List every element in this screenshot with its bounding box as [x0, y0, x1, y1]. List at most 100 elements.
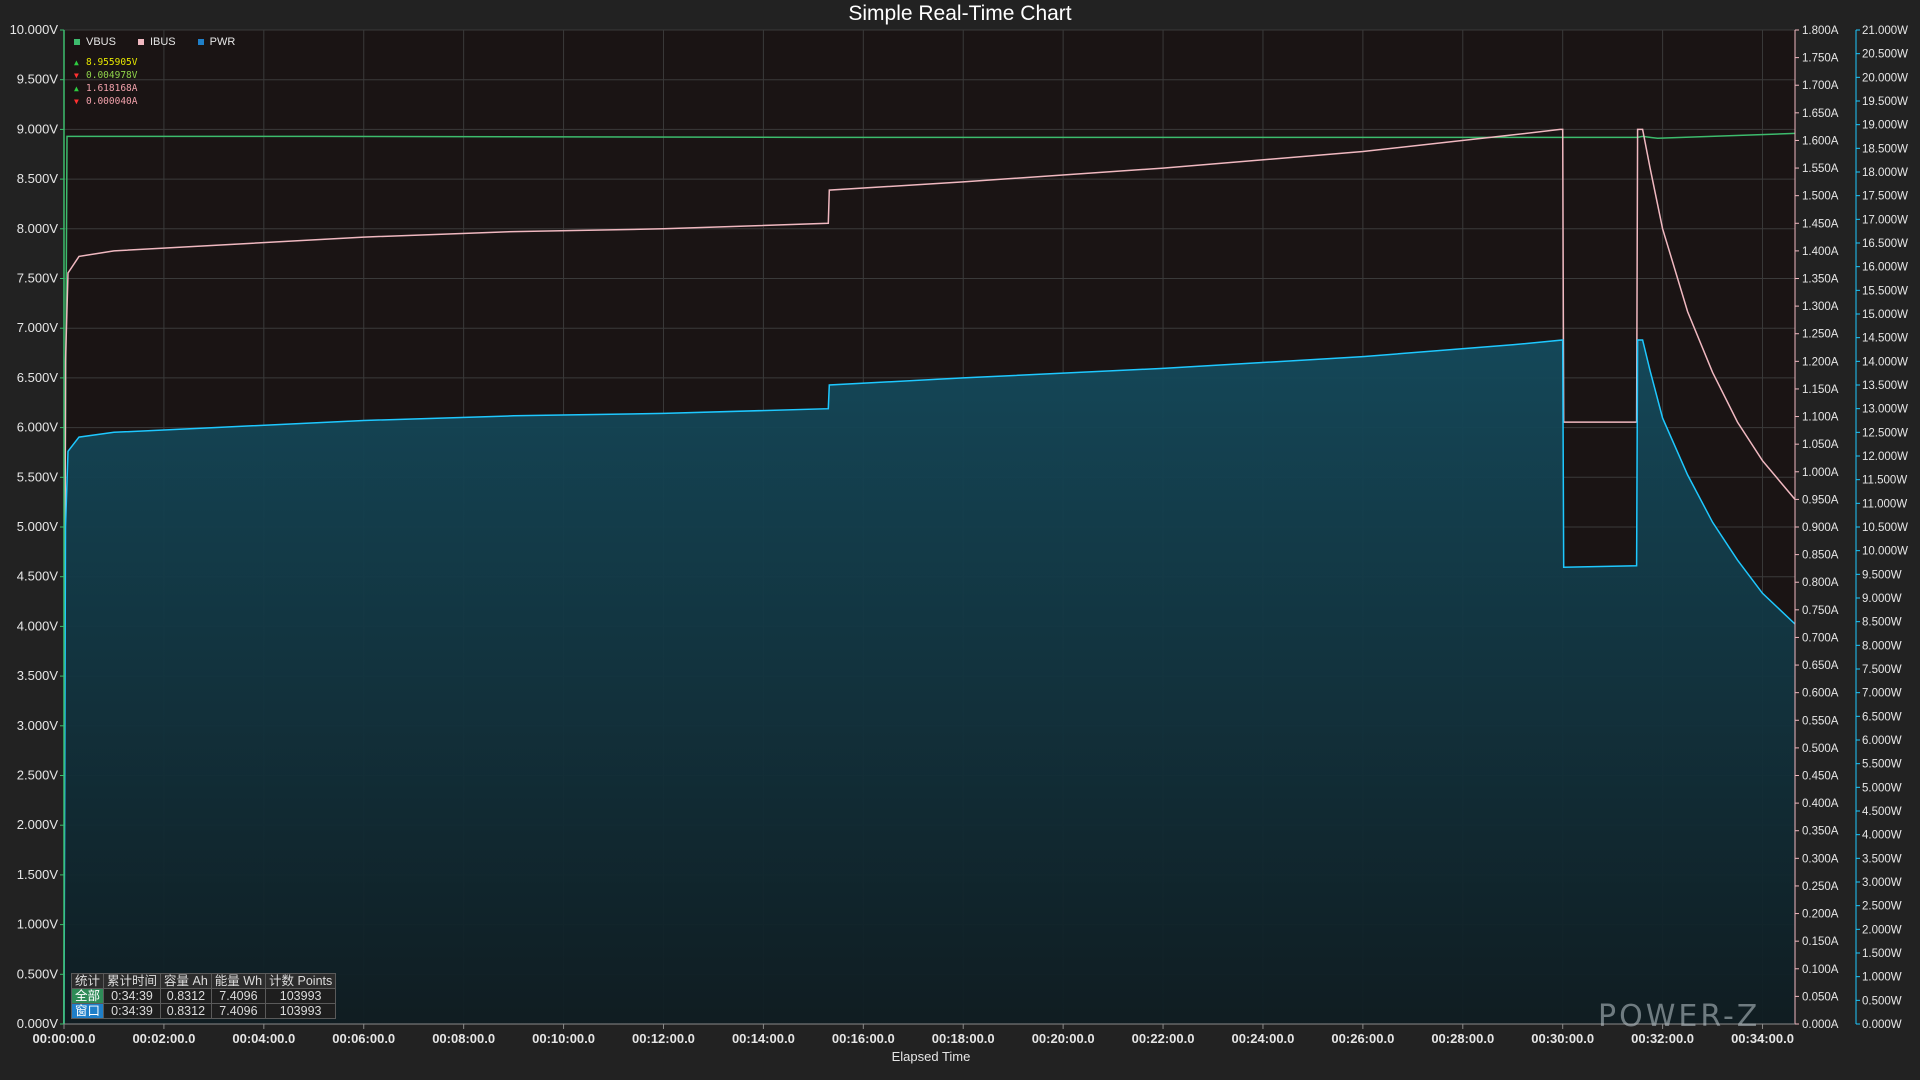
x-tick-label: 00:26:00.0 [1331, 1031, 1394, 1046]
stats-cell-ah: 0.8312 [160, 1003, 212, 1019]
y-left-tick-label: 1.000V [17, 917, 59, 932]
readout-value: 0.004978V [86, 70, 138, 81]
y-right1-tick-label: 0.400A [1802, 798, 1839, 810]
legend-item-pwr[interactable]: PWR [197, 36, 235, 48]
y-right2-tick-label: 7.000W [1862, 688, 1902, 700]
x-tick-label: 00:08:00.0 [432, 1031, 495, 1046]
up-arrow-icon: ▲ [74, 84, 79, 93]
y-right1-tick-label: 1.550A [1802, 163, 1839, 175]
y-right2-tick-label: 5.000W [1862, 782, 1902, 794]
y-left-tick-label: 1.500V [17, 867, 59, 882]
y-right2-tick-label: 6.500W [1862, 711, 1902, 723]
y-right1-tick-label: 0.500A [1802, 743, 1839, 755]
y-right1-tick-label: 1.500A [1802, 191, 1839, 203]
y-right2-tick-label: 0.000W [1862, 1019, 1902, 1031]
down-arrow-icon: ▼ [74, 71, 79, 80]
y-right2-tick-label: 14.500W [1862, 333, 1908, 345]
power-z-logo: POWER-Z [1598, 999, 1761, 1034]
y-left-tick-label: 2.000V [17, 817, 59, 832]
y-right2-tick-label: 17.000W [1862, 214, 1908, 226]
y-right1-tick-label: 1.050A [1802, 439, 1839, 451]
down-arrow-icon: ▼ [74, 97, 79, 106]
y-right1-tick-label: 1.300A [1802, 301, 1839, 313]
legend-item-vbus[interactable]: VBUS [74, 36, 116, 48]
x-tick-label: 00:18:00.0 [932, 1031, 995, 1046]
y-right2-tick-label: 0.500W [1862, 995, 1902, 1007]
y-left-tick-label: 9.000V [17, 121, 59, 136]
x-tick-label: 00:30:00.0 [1531, 1031, 1594, 1046]
legend: VBUS IBUS PWR [74, 36, 235, 48]
y-right2-tick-label: 3.500W [1862, 853, 1902, 865]
stats-header: 统计 [70, 973, 105, 989]
stats-header: 能量 Wh [210, 973, 267, 989]
y-right1-tick-label: 1.650A [1802, 108, 1839, 120]
y-right1-tick-label: 0.350A [1802, 826, 1839, 838]
y-right1-tick-label: 0.250A [1802, 881, 1839, 893]
y-right1-tick-label: 1.150A [1802, 384, 1839, 396]
y-left-tick-label: 0.500V [17, 966, 59, 981]
y-right1-tick-label: 1.600A [1802, 135, 1839, 147]
stats-header: 容量 Ah [160, 973, 212, 989]
y-right1-tick-label: 0.600A [1802, 688, 1839, 700]
y-right1-tick-label: 0.850A [1802, 550, 1839, 562]
y-left-tick-label: 4.500V [17, 569, 59, 584]
y-right2-tick-label: 4.000W [1862, 830, 1902, 842]
y-left-tick-label: 3.500V [17, 668, 59, 683]
y-right2-tick-label: 21.000W [1862, 25, 1908, 37]
stats-cell-ah: 0.8312 [160, 988, 212, 1004]
y-right2-tick-label: 10.500W [1862, 522, 1908, 534]
y-right2-tick-label: 2.500W [1862, 901, 1902, 913]
stats-table: 统计 累计时间 容量 Ah 能量 Wh 计数 Points 全部 0:34:39… [70, 973, 337, 1019]
stats-row-label: 窗口 [70, 1003, 105, 1019]
y-right1-tick-label: 0.650A [1802, 660, 1839, 672]
y-left-tick-label: 5.000V [17, 519, 59, 534]
y-right2-tick-label: 15.500W [1862, 285, 1908, 297]
y-right1-tick-label: 0.800A [1802, 577, 1839, 589]
y-left-tick-label: 6.000V [17, 420, 59, 435]
readout-ibus-max: ▲ 1.618168A [74, 82, 137, 95]
y-right1-tick-label: 1.100A [1802, 412, 1839, 424]
y-right1-tick-label: 1.200A [1802, 356, 1839, 368]
x-tick-label: 00:28:00.0 [1431, 1031, 1494, 1046]
chart-canvas: 0.000V 0.500V 1.000V 1.500V 2.000V 2.500V 3.00… [10, 22, 1909, 1046]
y-right1-tick-label: 0.950A [1802, 494, 1839, 506]
y-right1-tick-label: 0.700A [1802, 632, 1839, 644]
series-area-pwr [64, 340, 1795, 1024]
y-right1-tick-label: 1.350A [1802, 274, 1839, 286]
x-axis-label: Elapsed Time [891, 1049, 971, 1064]
x-tick-label: 00:22:00.0 [1132, 1031, 1195, 1046]
y-right2-tick-label: 8.500W [1862, 617, 1902, 629]
y-left-tick-label: 2.500V [17, 768, 59, 783]
y-right2-tick-label: 11.500W [1862, 475, 1907, 487]
x-tick-label: 00:00:00.0 [33, 1031, 96, 1046]
y-right2-tick-label: 12.000W [1862, 451, 1908, 463]
y-left-tick-label: 9.500V [17, 72, 59, 87]
y-right2-tick-label: 7.500W [1862, 664, 1902, 676]
y-left-tick-label: 6.500V [17, 370, 59, 385]
stats-row-label: 全部 [70, 988, 105, 1004]
y-left-tick-label: 7.000V [17, 320, 59, 335]
y-right1-tick-label: 0.750A [1802, 605, 1839, 617]
y-right2-tick-label: 5.500W [1862, 759, 1902, 771]
y-right2-tick-label: 19.000W [1862, 120, 1908, 132]
chart-title: Simple Real-Time Chart [848, 2, 1072, 25]
y-right2-tick-label: 13.000W [1862, 404, 1908, 416]
stats-cell-time: 0:34:39 [103, 988, 162, 1004]
readout-value: 1.618168A [86, 83, 138, 94]
y-right1-tick-label: 1.800A [1802, 25, 1839, 37]
x-tick-label: 00:16:00.0 [832, 1031, 895, 1046]
y-left-tick-label: 3.000V [17, 718, 59, 733]
y-right2-tick-label: 9.000W [1862, 593, 1902, 605]
y-right1-tick-label: 1.750A [1802, 53, 1839, 65]
stats-row-all: 全部 0:34:39 0.8312 7.4096 103993 [70, 988, 337, 1004]
y-right1-tick-label: 0.550A [1802, 715, 1839, 727]
stats-cell-points: 103993 [265, 1003, 337, 1019]
y-right1-tick-label: 1.250A [1802, 329, 1839, 341]
readout-ibus-min: ▼ 0.000040A [74, 95, 137, 108]
y-right2-tick-label: 20.500W [1862, 49, 1908, 61]
y-right2-tick-label: 18.500W [1862, 143, 1908, 155]
legend-item-ibus[interactable]: IBUS [137, 36, 176, 48]
stats-row-window: 窗口 0:34:39 0.8312 7.4096 103993 [70, 1003, 337, 1019]
y-right2-tick-label: 1.500W [1862, 948, 1902, 960]
x-tick-label: 00:06:00.0 [332, 1031, 395, 1046]
